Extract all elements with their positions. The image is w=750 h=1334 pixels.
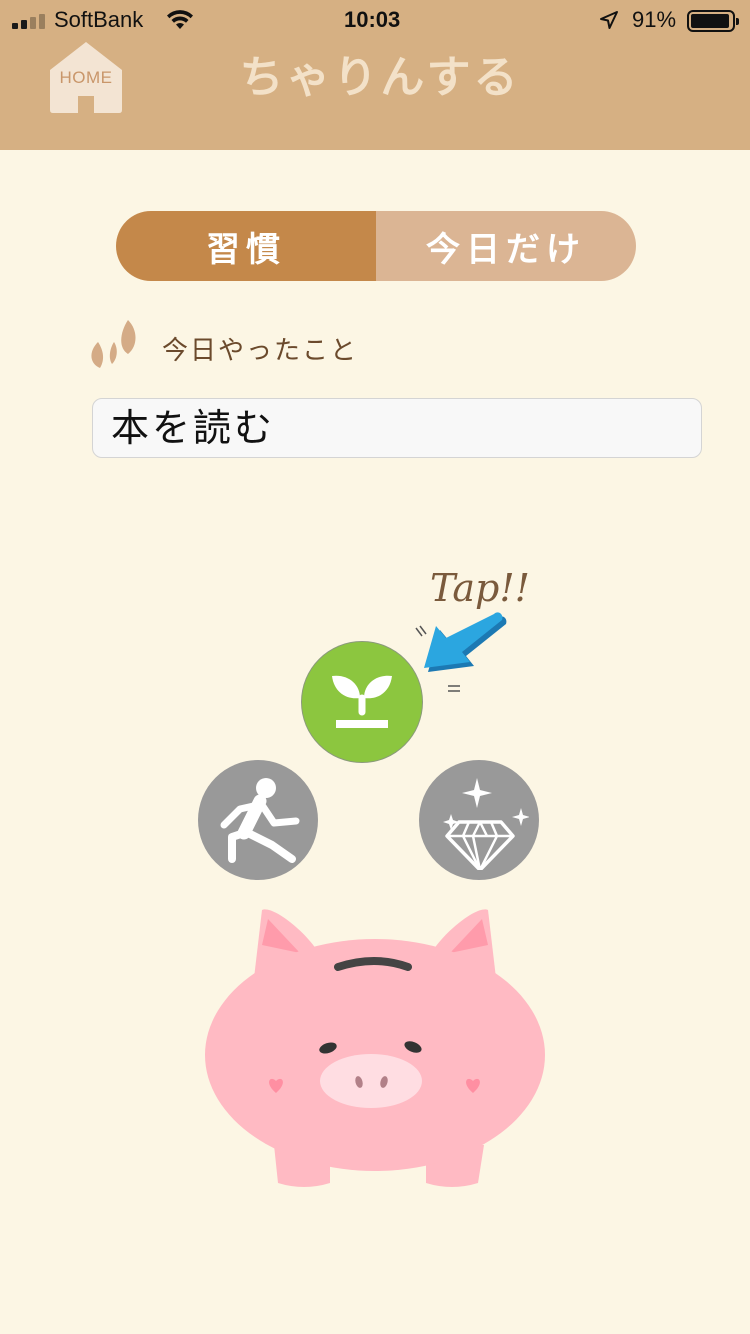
pointing-arrow-icon <box>415 612 507 692</box>
top-bar: SoftBank 10:03 91% HOME ちゃりんする <box>0 0 750 150</box>
signal-strength-icon <box>12 13 48 29</box>
piggy-bank-illustration <box>205 909 545 1187</box>
segment-today-only[interactable]: 今日だけ <box>376 211 636 281</box>
location-arrow-icon <box>600 11 618 29</box>
exercise-category-button[interactable] <box>198 760 318 880</box>
sprout-icon <box>332 675 392 728</box>
sparkle-diamond-icon <box>443 778 529 870</box>
running-person-icon <box>220 778 300 863</box>
home-label: HOME <box>59 68 113 87</box>
home-button[interactable]: HOME <box>48 40 124 114</box>
clock: 10:03 <box>344 7 401 32</box>
mode-segmented-control: 習慣 今日だけ <box>116 211 636 281</box>
battery-percentage: 91% <box>632 7 677 32</box>
tap-hint-text: Tap!! <box>430 566 530 610</box>
task-input[interactable] <box>92 398 702 458</box>
habit-category-button[interactable] <box>302 642 422 762</box>
app-title: ちゃりんする <box>239 52 521 103</box>
status-bar: SoftBank 10:03 91% <box>0 0 750 40</box>
leaf-icon <box>91 320 136 368</box>
wifi-icon <box>167 10 193 29</box>
carrier-name: SoftBank <box>54 7 144 32</box>
battery-icon <box>687 10 739 32</box>
treasure-category-button[interactable] <box>419 760 539 880</box>
section-label: 今日やったこと <box>162 336 359 366</box>
segment-habit[interactable]: 習慣 <box>116 211 376 281</box>
